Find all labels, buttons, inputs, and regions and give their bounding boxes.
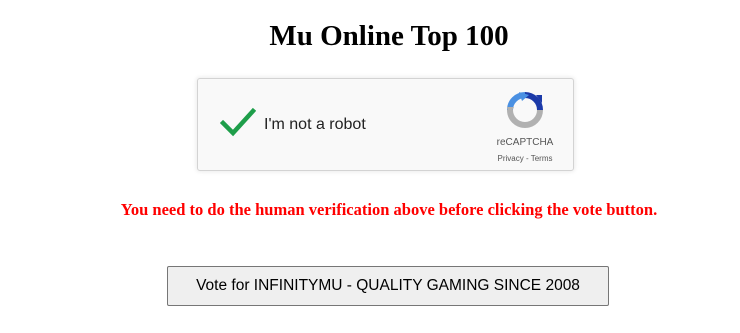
verification-warning: You need to do the human verification ab… (120, 200, 658, 219)
privacy-link[interactable]: Privacy (498, 154, 524, 163)
recaptcha-brand: reCAPTCHA (496, 137, 554, 148)
page-title: Mu Online Top 100 (269, 20, 509, 52)
terms-link[interactable]: Terms (531, 154, 553, 163)
captcha-label: I'm not a robot (264, 116, 366, 133)
checkmark-icon[interactable] (219, 107, 257, 137)
recaptcha-widget: I'm not a robot reCAPTCHA Privacy - Term… (197, 78, 574, 171)
links-separator: - (523, 154, 531, 163)
vote-button[interactable]: Vote for INFINITYMU - QUALITY GAMING SIN… (167, 266, 609, 306)
recaptcha-logo-icon (506, 91, 544, 129)
recaptcha-links: Privacy - Terms (478, 154, 572, 164)
